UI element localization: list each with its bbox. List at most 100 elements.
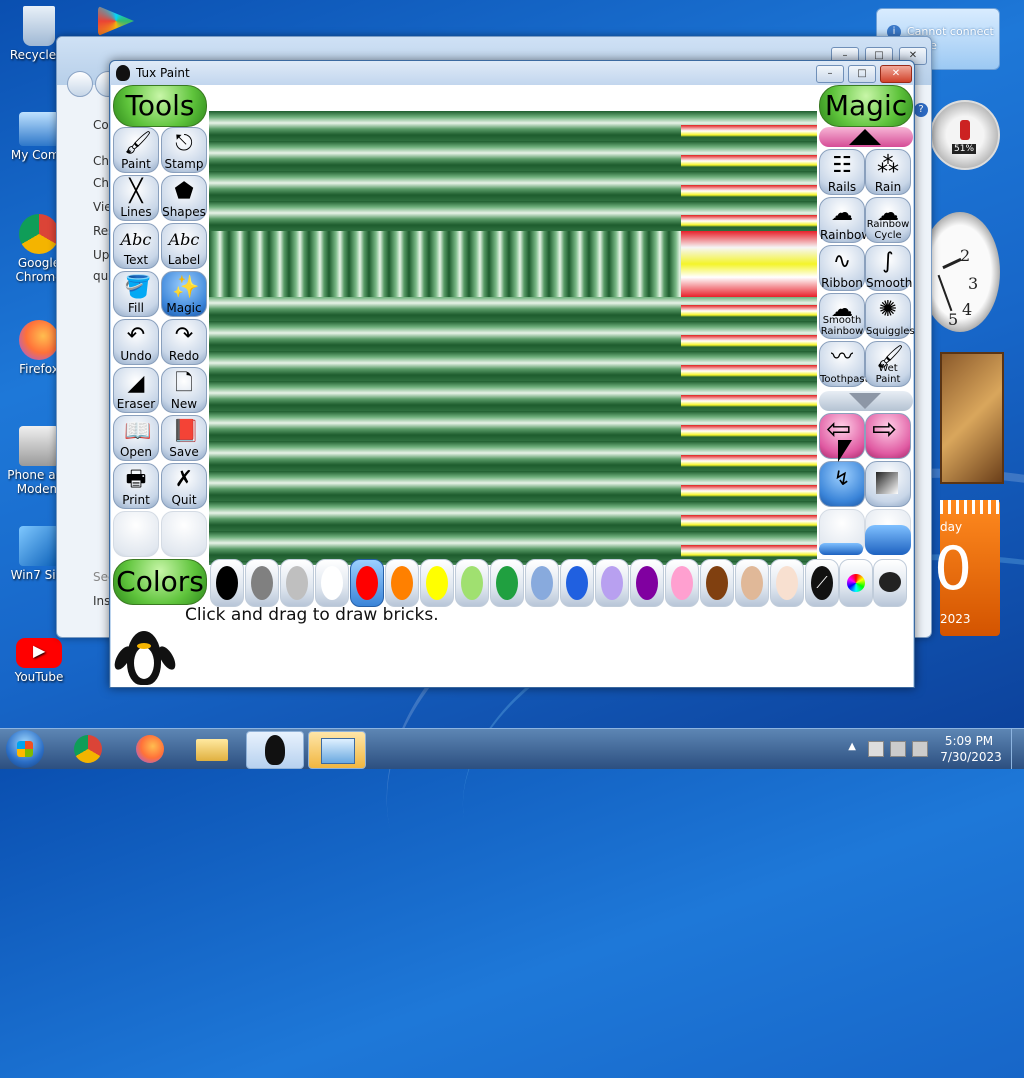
magic-label: Rain	[874, 180, 902, 194]
magic-size-small-button[interactable]	[819, 543, 863, 555]
tool-button-magic[interactable]: ✨ Magic	[161, 271, 207, 317]
magic-button-wet-paint[interactable]: 🖌 Wet Paint	[865, 341, 911, 387]
color-swatch-lavender[interactable]	[595, 559, 629, 607]
magic-button-rainbow[interactable]: ☁ Rainbow	[819, 197, 871, 243]
color-swatch-light-gray[interactable]	[280, 559, 314, 607]
tool-button-redo[interactable]: ↷ Redo	[161, 319, 207, 365]
tool-button-quit[interactable]: ✗ Quit	[161, 463, 207, 509]
back-button[interactable]	[67, 71, 93, 97]
tool-button-fill[interactable]: 🪣 Fill	[113, 271, 159, 317]
tool-button-stamp[interactable]: ⎋ Stamp	[161, 127, 207, 173]
tool-button-label[interactable]: Abc Label	[161, 223, 207, 269]
magic-scroll-down-button[interactable]	[819, 391, 913, 411]
color-swatch-dark-gray[interactable]	[245, 559, 279, 607]
color-drop-icon	[741, 566, 763, 600]
fullscreen-mode-icon	[876, 472, 898, 494]
magic-label: Smooth Rainbow	[820, 315, 864, 337]
desktop-icon-store[interactable]	[94, 6, 138, 38]
tuxpaint-titlebar[interactable]: Tux Paint – □ ✕	[110, 61, 914, 85]
color-swatch-purple[interactable]	[630, 559, 664, 607]
tool-button-paint[interactable]: 🖌 Paint	[113, 127, 159, 173]
magic-button-rain[interactable]: ⁂ Rain	[865, 149, 911, 195]
calendar-gadget[interactable]: day 0 2023	[934, 500, 1000, 636]
show-hidden-icons-button[interactable]: ▲	[848, 741, 856, 752]
open-book-icon: 📖	[124, 419, 152, 444]
taskbar-firefox[interactable]	[122, 731, 178, 767]
color-swatch-orange[interactable]	[385, 559, 419, 607]
magic-button-ribbon[interactable]: ∿ Ribbon	[819, 245, 865, 291]
magic-button-rainbow-cycle[interactable]: ☁ Rainbow Cycle	[865, 197, 911, 243]
magic-mode-fullscreen-button[interactable]	[865, 461, 911, 507]
color-swatch-blue[interactable]	[560, 559, 594, 607]
tool-button-save[interactable]: 📕 Save	[161, 415, 207, 461]
close-button[interactable]: ✕	[880, 65, 912, 83]
maximize-button[interactable]: □	[848, 65, 876, 83]
magic-scroll-up-button[interactable]	[819, 127, 913, 147]
color-swatch-yellow[interactable]	[420, 559, 454, 607]
start-button[interactable]	[6, 730, 44, 768]
taskbar-chrome[interactable]	[60, 731, 116, 767]
taskbar-control-panel[interactable]	[308, 731, 366, 769]
color-mixer-button[interactable]	[873, 559, 907, 607]
magic-button-toothpaste[interactable]: 〰 Toothpaste	[819, 341, 875, 387]
clock-gadget[interactable]: 2 3 4 5	[920, 212, 1000, 332]
taskbar-explorer[interactable]	[184, 731, 240, 767]
magic-size-large-button[interactable]	[865, 525, 911, 555]
action-center-icon[interactable]	[868, 741, 884, 757]
magic-label: Rainbow Cycle	[866, 219, 910, 241]
color-swatch-pink[interactable]	[665, 559, 699, 607]
tuxpaint-window[interactable]: Tux Paint – □ ✕ Tools 🖌 Paint ⎋ Stamp ╳ Lines…	[109, 60, 915, 688]
calendar-day-label: day	[940, 520, 963, 534]
magic-button-smooth-rainbow[interactable]: ☁ Smooth Rainbow	[819, 293, 865, 339]
tool-button-print[interactable]: 🖶 Print	[113, 463, 159, 509]
show-desktop-button[interactable]	[1011, 729, 1024, 769]
up-arrow-icon	[849, 129, 881, 145]
tool-button-eraser[interactable]: ◢ Eraser	[113, 367, 159, 413]
calendar-year: 2023	[940, 612, 971, 626]
color-picker-button[interactable]: ⟋	[805, 559, 839, 607]
tool-button-undo[interactable]: ↶ Undo	[113, 319, 159, 365]
color-drop-icon	[601, 566, 623, 600]
tool-button-new[interactable]: 🗋 New	[161, 367, 207, 413]
tool-button-text[interactable]: Abc Text	[113, 223, 159, 269]
magic-button-rails[interactable]: ☷ Rails	[819, 149, 865, 195]
tools-header: Tools	[113, 85, 207, 127]
ribbon-icon: ∿	[832, 249, 852, 274]
magic-button-smooth[interactable]: ∫ Smooth	[865, 245, 912, 291]
magic-mode-paint-button[interactable]: ↯	[819, 461, 865, 507]
taskbar: ▲ 5:09 PM 7/30/2023	[0, 728, 1024, 769]
side-link[interactable]: Ch	[93, 173, 109, 194]
drawing-canvas[interactable]	[209, 111, 817, 565]
color-swatch-red[interactable]	[350, 559, 384, 607]
slideshow-gadget[interactable]	[940, 352, 1004, 484]
color-swatch-light-green[interactable]	[455, 559, 489, 607]
desktop-icon-youtube[interactable]: ▶ YouTube	[0, 638, 78, 684]
volume-muted-icon[interactable]	[912, 741, 928, 757]
help-icon[interactable]: ?	[914, 103, 928, 117]
meter-needle-icon	[960, 120, 970, 140]
side-link[interactable]: Ch	[93, 151, 109, 172]
color-swatch-beige[interactable]	[770, 559, 804, 607]
clock-time[interactable]: 5:09 PM	[944, 734, 994, 748]
minimize-button[interactable]: –	[816, 65, 844, 83]
color-swatch-green[interactable]	[490, 559, 524, 607]
color-swatch-black[interactable]	[210, 559, 244, 607]
tool-button-open[interactable]: 📖 Open	[113, 415, 159, 461]
color-swatch-white[interactable]	[315, 559, 349, 607]
color-wheel-button[interactable]	[839, 559, 873, 607]
side-link[interactable]: Co	[93, 115, 109, 136]
clock-date[interactable]: 7/30/2023	[936, 750, 1006, 764]
mouse-cursor-icon	[838, 440, 852, 462]
tool-button-shapes[interactable]: ⬟ Shapes	[161, 175, 207, 221]
magic-label: Toothpaste	[820, 374, 875, 385]
color-swatch-sky-blue[interactable]	[525, 559, 559, 607]
network-icon[interactable]	[890, 741, 906, 757]
color-swatch-tan[interactable]	[735, 559, 769, 607]
clock-number: 2	[960, 246, 971, 265]
color-swatch-brown[interactable]	[700, 559, 734, 607]
tool-button-lines[interactable]: ╳ Lines	[113, 175, 159, 221]
magic-button-squiggles[interactable]: ✺ Squiggles	[865, 293, 915, 339]
taskbar-tuxpaint[interactable]	[246, 731, 304, 769]
cpu-meter-gadget[interactable]: 51%	[930, 100, 1000, 170]
next-page-button[interactable]: ⇨	[865, 413, 911, 459]
